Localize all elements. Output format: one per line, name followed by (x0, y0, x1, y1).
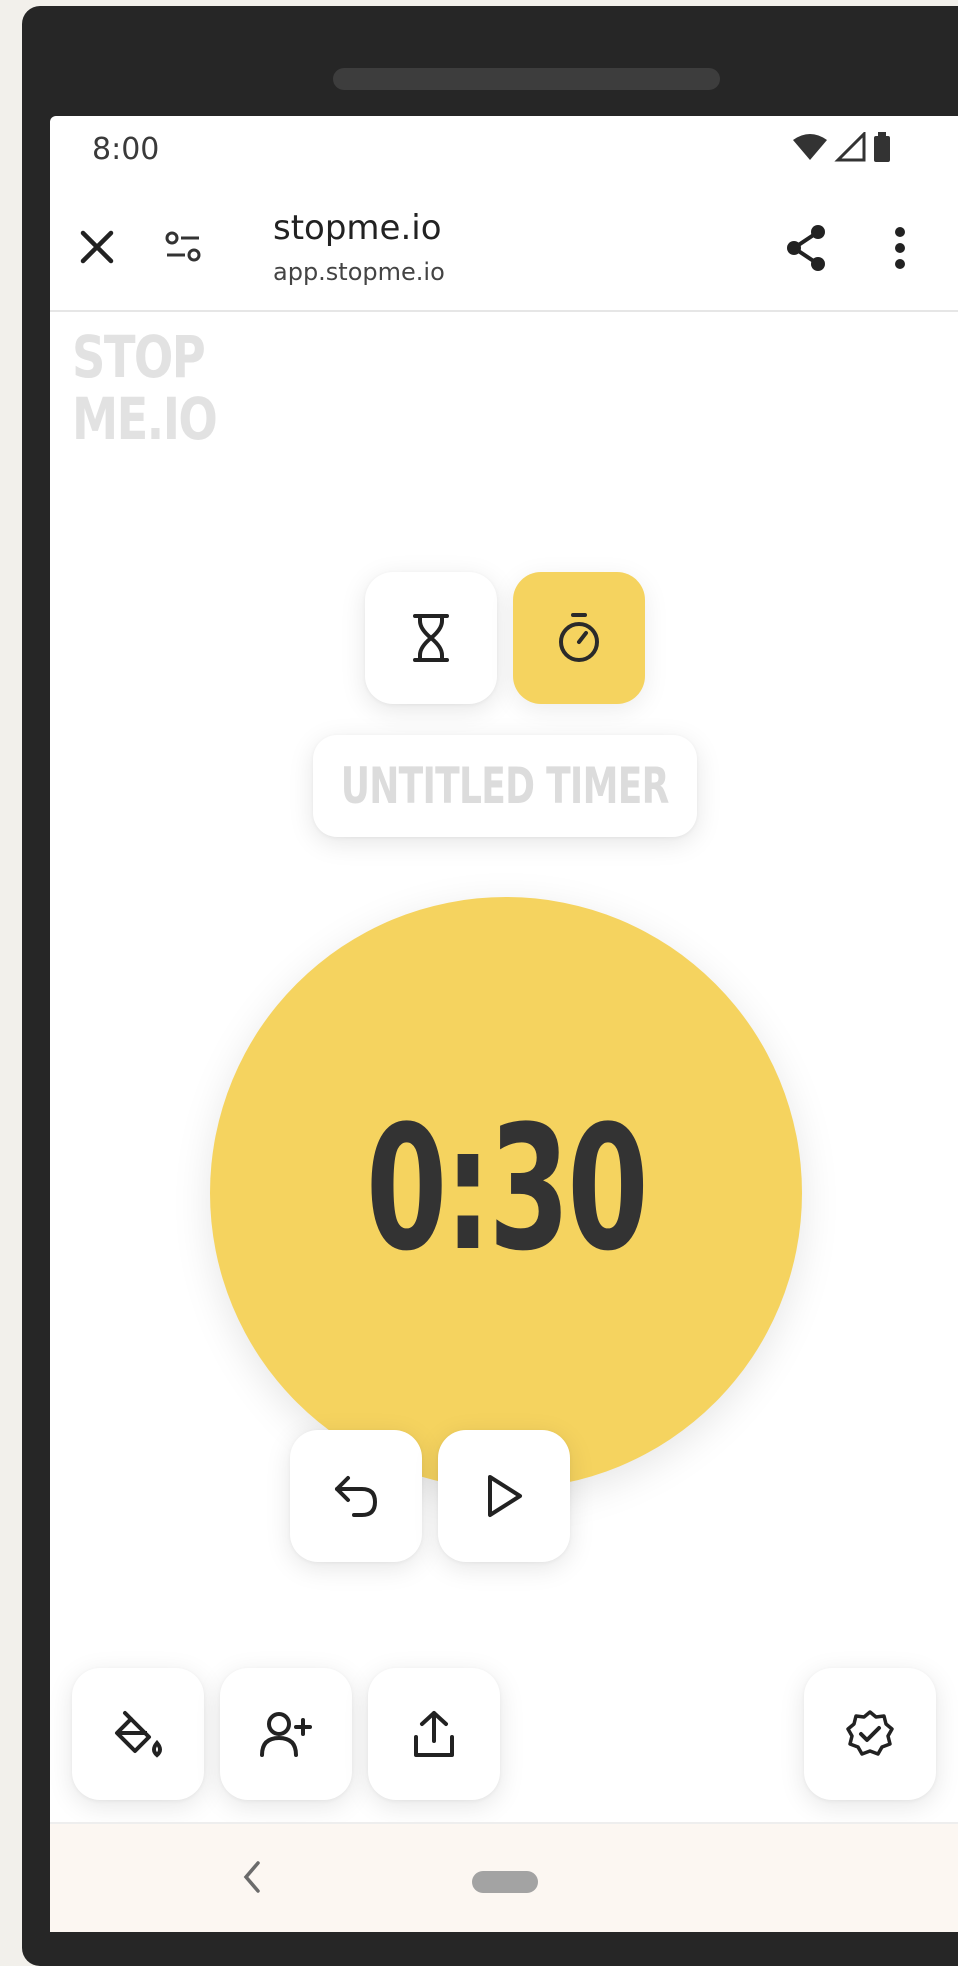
paint-bucket-icon (115, 1711, 162, 1758)
timer-display: 0:30 (365, 1087, 649, 1289)
more-options-button[interactable] (880, 220, 920, 276)
upload-icon (414, 1711, 454, 1757)
play-icon (488, 1475, 522, 1517)
browser-toolbar: stopme.io app.stopme.io (50, 182, 958, 312)
status-bar: 8:00 (50, 116, 958, 182)
badge-check-icon (846, 1710, 894, 1756)
site-settings-button[interactable] (154, 222, 212, 272)
add-user-icon (260, 1712, 312, 1757)
more-vert-icon (895, 227, 905, 269)
hourglass-icon (413, 614, 449, 662)
app-logo: STOP ME.IO (72, 323, 218, 453)
share-icon (787, 225, 825, 271)
timer-dial[interactable]: 0:30 (210, 897, 802, 1489)
stopwatch-icon (559, 613, 599, 662)
phone-speaker (333, 68, 720, 90)
battery-icon (874, 132, 890, 162)
play-button[interactable] (438, 1430, 570, 1562)
logo-line-2: ME.IO (72, 385, 218, 453)
reset-icon (335, 1476, 378, 1517)
countdown-mode-button[interactable] (365, 572, 497, 704)
timer-title-input[interactable]: UNTITLED TIMER (313, 735, 697, 837)
export-button[interactable] (368, 1668, 500, 1800)
phone-screen: 8:00 stopme.io app.stopme.io STOP ME.IO … (50, 116, 958, 1932)
status-time: 8:00 (92, 132, 160, 167)
reset-button[interactable] (290, 1430, 422, 1562)
chevron-left-icon (243, 1861, 260, 1893)
page-url: app.stopme.io (273, 258, 445, 286)
nav-home-pill[interactable] (472, 1871, 538, 1893)
site-settings-icon (165, 231, 201, 262)
share-button[interactable] (778, 220, 834, 276)
close-icon (80, 230, 114, 264)
page-title: stopme.io (273, 208, 442, 248)
add-participant-button[interactable] (220, 1668, 352, 1800)
verified-badge-button[interactable] (804, 1668, 936, 1800)
nav-back-button[interactable] (242, 1860, 262, 1899)
cellular-signal-icon (834, 132, 866, 162)
close-button[interactable] (72, 222, 122, 272)
timer-title-placeholder: UNTITLED TIMER (341, 757, 670, 815)
wifi-icon (793, 134, 827, 160)
stopwatch-mode-button[interactable] (513, 572, 645, 704)
system-nav-bar (50, 1822, 958, 1932)
logo-line-1: STOP (72, 323, 206, 391)
status-icons (792, 132, 892, 162)
theme-color-button[interactable] (72, 1668, 204, 1800)
